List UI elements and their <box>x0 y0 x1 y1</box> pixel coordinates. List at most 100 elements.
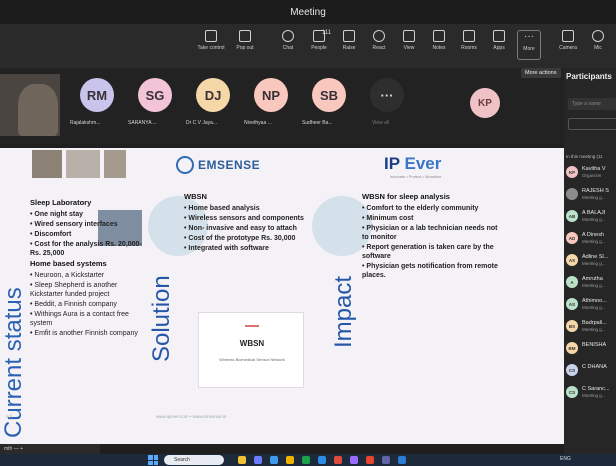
participant-tile[interactable]: RM Rajalakshm... <box>70 76 124 134</box>
share-invite-button[interactable] <box>568 118 616 130</box>
app-icon[interactable] <box>382 456 390 464</box>
impact-heading: WBSN for sleep analysis <box>362 192 450 201</box>
system-tray[interactable]: ENG <box>560 456 571 462</box>
slide-photo <box>32 150 62 178</box>
bullet: Wired sensory interfaces <box>30 220 142 229</box>
participant-role: Meeting g... <box>582 393 606 398</box>
participant-name: Nivethyaa ... <box>244 120 272 126</box>
participant-row[interactable]: CS C Saranc... Meeting g... <box>566 384 616 402</box>
avatar: RM <box>80 78 114 112</box>
avatar: AS <box>566 254 578 266</box>
participants-panel: Participants Type a name In this meeting… <box>564 68 616 454</box>
avatar: SB <box>312 78 346 112</box>
more-actions-button[interactable]: ··· More <box>517 30 541 60</box>
bullet: Emfit is another Finnish company <box>30 329 142 338</box>
participant-name: Badrpali... <box>582 320 607 326</box>
app-icon[interactable] <box>366 456 374 464</box>
doc-title: WBSN <box>239 339 265 348</box>
mic-button[interactable]: Mic <box>583 30 613 62</box>
panel-heading: Participants <box>566 72 612 81</box>
camera-button[interactable]: Camera <box>553 30 583 62</box>
window-title: Meeting <box>290 6 326 18</box>
impact-column: WBSN for sleep analysis Comfort to the e… <box>362 192 502 281</box>
wbsn-document-image: WBSN Wireless Biomedical Sensor Network <box>198 312 304 388</box>
doc-subtitle: Wireless Biomedical Sensor Network <box>219 357 285 362</box>
avatar: AS <box>566 298 578 310</box>
participant-tile[interactable]: NP Nivethyaa ... <box>244 76 298 134</box>
impact-label: Impact <box>330 275 357 348</box>
app-icon[interactable] <box>238 456 246 464</box>
participant-tile[interactable]: SB Sudheer Ba... <box>302 76 356 134</box>
avatar: CS <box>566 364 578 376</box>
meeting-toolbar: Take control Pop out Chat 111 People Rais… <box>0 24 616 68</box>
raise-hand-button[interactable]: Raise <box>334 30 364 62</box>
participant-row[interactable]: CS C DHANA <box>566 362 616 380</box>
solution-column: WBSN Home based analysis Wireless sensor… <box>184 192 310 254</box>
bullet: Minimum cost <box>362 214 502 223</box>
app-icon[interactable] <box>350 456 358 464</box>
sleep-lab-heading: Sleep Laboratory <box>30 198 92 207</box>
pop-out-icon <box>239 30 251 42</box>
ipever-logo: IP Ever Innovate • Protect • Monetize <box>384 154 441 179</box>
app-icon[interactable] <box>270 456 278 464</box>
app-icon[interactable] <box>398 456 406 464</box>
taskbar-search[interactable]: Search <box>164 455 224 465</box>
participant-name: Kavitha V <box>582 166 606 172</box>
participant-name: C Saranc... <box>582 386 610 392</box>
take-control-label: Take control <box>197 45 225 51</box>
raise-hand-icon <box>343 30 355 42</box>
zoom-control[interactable]: mth — + <box>0 444 100 454</box>
participant-row[interactable]: BS Badrpali... Meeting g... <box>566 318 616 336</box>
meeting-window: Meeting Take control Pop out Chat 111 Peo… <box>0 0 616 466</box>
app-icon[interactable] <box>334 456 342 464</box>
self-video <box>0 74 60 136</box>
slide-photo <box>104 150 126 178</box>
participant-search-input[interactable]: Type a name <box>568 98 616 110</box>
pop-out-button[interactable]: Pop out <box>230 30 260 62</box>
view-all-tile[interactable]: ··· View all <box>360 76 414 134</box>
participant-name: Sudheer Ba... <box>302 120 333 126</box>
participant-name: A BALAJI <box>582 210 606 216</box>
bullet: Cost for the analysis Rs. 20,000- Rs. 25… <box>30 240 142 258</box>
app-icon[interactable] <box>254 456 262 464</box>
app-icon[interactable] <box>302 456 310 464</box>
app-icon[interactable] <box>286 456 294 464</box>
participant-role: Meeting g... <box>582 217 606 222</box>
view-button[interactable]: View <box>394 30 424 62</box>
rooms-button[interactable]: Rooms <box>454 30 484 62</box>
participant-row[interactable]: KP Kavitha V Organizer <box>566 164 616 182</box>
participant-row[interactable]: AS Athimoo... Meeting g... <box>566 296 616 314</box>
bullet: Non- invasive and easy to attach <box>184 224 310 233</box>
participant-name: RAJESH S <box>582 188 609 194</box>
people-button[interactable]: 111 People <box>304 30 334 62</box>
windows-start-icon[interactable] <box>148 455 158 465</box>
participant-name: Rajalakshm... <box>70 120 101 126</box>
app-icon[interactable] <box>318 456 326 464</box>
participant-role: Meeting g... <box>582 327 606 332</box>
chat-button[interactable]: Chat <box>273 30 303 62</box>
participant-tile[interactable]: SG SARANYA ... <box>128 76 182 134</box>
participant-tile[interactable]: DJ Dr C V Jaya... <box>186 76 240 134</box>
participant-row[interactable]: A Amrutha Meeting g... <box>566 274 616 292</box>
participant-row[interactable]: AB A BALAJI Meeting g... <box>566 208 616 226</box>
react-button[interactable]: React <box>364 30 394 62</box>
participant-row[interactable]: RAJESH S Meeting g... <box>566 186 616 204</box>
participant-row[interactable]: BM BENISHA <box>566 340 616 358</box>
camera-label: Camera <box>559 45 577 51</box>
avatar <box>566 188 578 200</box>
participant-role: Meeting g... <box>582 239 606 244</box>
in-meeting-section[interactable]: In this meeting (11 <box>566 154 603 159</box>
bullet: Physician or a lab technician needs not … <box>362 224 502 242</box>
participant-row[interactable]: AD A Dinesh Meeting g... <box>566 230 616 248</box>
bullet: Neuroon, a Kickstarter <box>30 271 142 280</box>
notes-button[interactable]: Notes <box>424 30 454 62</box>
take-control-button[interactable]: Take control <box>196 30 226 62</box>
avatar: A <box>566 276 578 288</box>
apps-button[interactable]: Apps <box>484 30 514 62</box>
more-actions-tooltip: More actions <box>521 68 561 78</box>
emsense-logo-icon <box>176 156 194 174</box>
participant-name: Dr C V Jaya... <box>186 120 218 126</box>
windows-taskbar: Search ENG <box>0 454 616 466</box>
participant-row[interactable]: AS Adline Sl... Meeting g... <box>566 252 616 270</box>
view-all-label: View all <box>372 120 390 126</box>
